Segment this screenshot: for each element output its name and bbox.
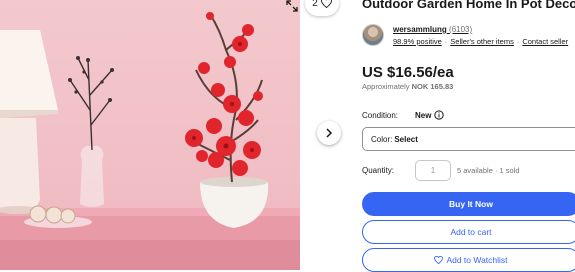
seller-positive-link[interactable]: 98.9% positive: [393, 37, 442, 46]
watch-count: 2: [312, 0, 318, 9]
quantity-label: Quantity:: [362, 166, 395, 175]
item-price: US $16.56/ea: [362, 64, 454, 81]
heart-icon: [434, 256, 444, 264]
info-icon[interactable]: [434, 110, 444, 120]
condition-value: New: [415, 111, 432, 120]
buy-it-now-button[interactable]: Buy It Now: [362, 192, 575, 216]
add-to-cart-button[interactable]: Add to cart: [362, 220, 575, 244]
seller-other-items-link[interactable]: Seller's other items: [450, 37, 514, 46]
product-photo-illustration: [0, 12, 300, 270]
seller-name: wersammlung: [393, 25, 447, 34]
color-select-value: Select: [394, 134, 418, 144]
expand-image-button[interactable]: [280, 0, 304, 18]
seller-links: 98.9% positive · Seller's other items · …: [393, 37, 568, 46]
expand-icon: [286, 0, 298, 12]
quantity-input[interactable]: 1: [415, 160, 451, 181]
add-to-watchlist-label: Add to Watchlist: [446, 255, 508, 265]
separator: ·: [444, 37, 448, 46]
color-select[interactable]: Color: Select: [362, 127, 575, 151]
quantity-availability: 5 available · 1 sold: [457, 166, 520, 175]
approximate-value: NOK 165.83: [411, 82, 454, 91]
seller-name-link[interactable]: wersammlung (6103): [393, 25, 472, 34]
next-image-button[interactable]: [317, 121, 341, 145]
chevron-right-icon: [326, 128, 333, 138]
product-photo[interactable]: [0, 0, 300, 270]
listing-title: Outdoor Garden Home In Pot Decor: [362, 0, 575, 11]
approximate-label: Approximately: [362, 82, 410, 91]
heart-icon: [320, 0, 332, 8]
separator: ·: [516, 37, 520, 46]
color-select-label: Color:: [371, 134, 393, 144]
listing-details: Outdoor Garden Home In Pot Decor wersamm…: [362, 0, 575, 272]
add-to-watchlist-button[interactable]: Add to Watchlist: [362, 248, 575, 272]
contact-seller-link[interactable]: Contact seller: [522, 37, 568, 46]
condition-label: Condition:: [362, 111, 399, 120]
seller-feedback-count: (6103): [449, 25, 473, 34]
seller-avatar[interactable]: [362, 24, 384, 46]
image-gallery: 2: [0, 0, 347, 270]
approximate-price: Approximately NOK 165.83: [362, 82, 453, 91]
